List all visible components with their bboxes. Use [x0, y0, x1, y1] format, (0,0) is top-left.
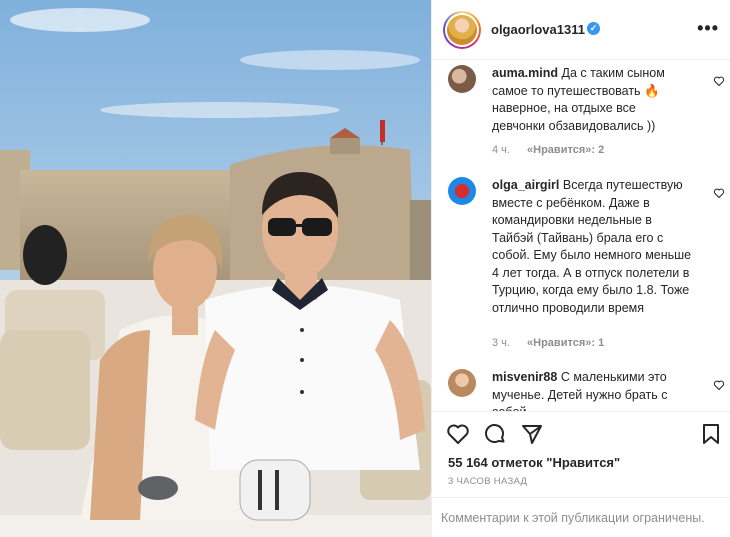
comment-like-heart-icon[interactable] — [713, 379, 725, 391]
post-actions: 55 164 отметок "Нравится" 3 ЧАСОВ НАЗАД … — [432, 411, 730, 537]
comment-item: auma.mind Да с таким сыном самое то путе… — [432, 61, 730, 181]
comment-item: olga_airgirl Всегда путешествую вместе с… — [432, 173, 730, 363]
post-photo-image — [0, 0, 431, 537]
comment-text: misvenir88 С маленькими это мученье. Дет… — [492, 369, 692, 411]
comment-age[interactable]: 4 ч. — [492, 144, 510, 156]
more-options-icon[interactable]: ••• — [697, 18, 719, 39]
post-header: olgaorlova1311 ✓ ••• — [432, 0, 730, 60]
comment-likes[interactable]: «Нравится»: 1 — [527, 337, 604, 349]
comments-limited-notice: Комментарии к этой публикации ограничены… — [432, 497, 730, 537]
like-heart-icon[interactable] — [446, 422, 470, 446]
comment-like-heart-icon[interactable] — [713, 75, 725, 87]
commenter-avatar[interactable] — [448, 65, 476, 93]
comments-list[interactable]: auma.mind Да с таким сыном самое то путе… — [432, 61, 730, 411]
comment-username[interactable]: auma.mind — [492, 66, 558, 80]
author-avatar[interactable] — [443, 11, 481, 49]
save-bookmark-icon[interactable] — [699, 422, 723, 446]
post-panel: olgaorlova1311 ✓ ••• auma.mind Да с таки… — [431, 0, 730, 537]
author-username[interactable]: olgaorlova1311 — [491, 22, 585, 37]
likes-count[interactable]: 55 164 отметок "Нравится" — [448, 455, 620, 470]
comment-like-heart-icon[interactable] — [713, 187, 725, 199]
post-time[interactable]: 3 ЧАСОВ НАЗАД — [448, 476, 527, 487]
comment-likes[interactable]: «Нравится»: 2 — [527, 144, 604, 156]
comment-text: olga_airgirl Всегда путешествую вместе с… — [492, 177, 692, 317]
comment-meta: 4 ч. «Нравится»: 2 — [492, 144, 604, 156]
comment-username[interactable]: misvenir88 — [492, 370, 557, 384]
comment-meta: 3 ч. «Нравится»: 1 — [492, 337, 604, 349]
share-send-icon[interactable] — [520, 422, 544, 446]
commenter-avatar[interactable] — [448, 177, 476, 205]
comment-username[interactable]: olga_airgirl — [492, 178, 559, 192]
comment-text: auma.mind Да с таким сыном самое то путе… — [492, 65, 692, 135]
post-photo[interactable] — [0, 0, 431, 537]
commenter-avatar[interactable] — [448, 369, 476, 397]
comment-age[interactable]: 3 ч. — [492, 337, 510, 349]
comment-body: Всегда путешествую вместе с ребёнком. Да… — [492, 178, 692, 315]
verified-badge-icon: ✓ — [587, 22, 600, 35]
comment-item: misvenir88 С маленькими это мученье. Дет… — [432, 365, 730, 411]
comment-bubble-icon[interactable] — [483, 422, 507, 446]
